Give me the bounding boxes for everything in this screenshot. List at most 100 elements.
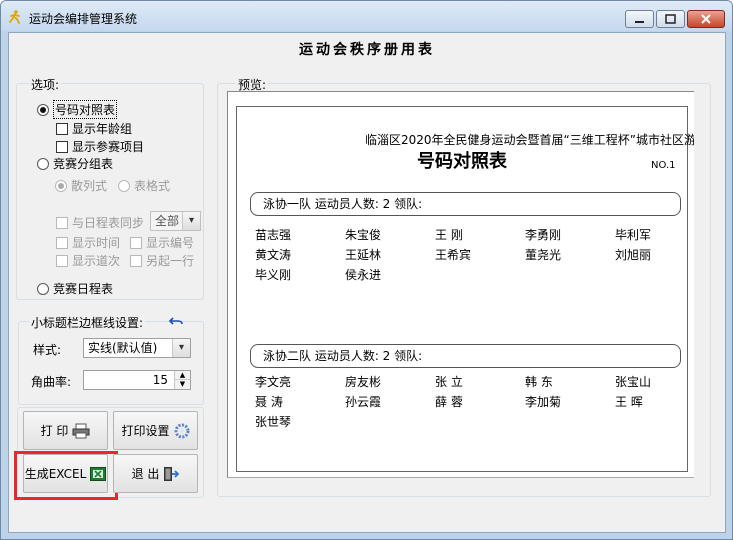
exit-door-icon — [164, 466, 180, 481]
highlight-frame — [14, 451, 118, 500]
member-name: 张 立 — [435, 375, 463, 389]
checkbox-show-lane[interactable]: 显示道次 — [56, 252, 120, 269]
member-name: 李加菊 — [525, 395, 562, 409]
radius-label: 角曲率: — [31, 375, 72, 389]
print-settings-button[interactable]: 打印设置 — [113, 411, 198, 450]
page-heading: 运动会秩序册用表 — [299, 42, 435, 58]
team-header: 泳协二队 运动员人数: 2 领队: — [250, 344, 681, 368]
checkbox-label: 显示道次 — [72, 254, 121, 268]
radio-indicator[interactable] — [37, 103, 49, 116]
member-name: 王延林 — [345, 248, 382, 262]
chevron-down-icon[interactable]: ▾ — [172, 339, 190, 357]
checkbox-box[interactable] — [56, 254, 68, 267]
checkbox-show-events[interactable]: 显示参赛项目 — [56, 138, 144, 155]
event-title: 临淄区2020年全民健身运动会暨首届“三维工程杯”城市社区游戏 — [365, 133, 694, 147]
member-name: 聂 涛 — [255, 395, 283, 409]
options-legend: 选项: — [29, 76, 62, 93]
undo-arrow-icon[interactable] — [169, 315, 183, 327]
checkbox-sync-schedule[interactable]: 与日程表同步 — [56, 214, 144, 231]
sync-select-value: 全部 — [155, 214, 180, 228]
checkbox-box[interactable] — [56, 216, 68, 229]
print-button[interactable]: 打 印 — [23, 411, 108, 450]
maximize-icon — [665, 14, 676, 24]
radio-label: 竞赛分组表 — [53, 157, 114, 171]
preview-paper[interactable]: 临淄区2020年全民健身运动会暨首届“三维工程杯”城市社区游戏 号码对照表 NO… — [227, 91, 694, 478]
checkbox-box[interactable] — [56, 140, 68, 153]
member-name: 侯永进 — [345, 268, 382, 282]
preview-group: 预览: 临淄区2020年全民健身运动会暨首届“三维工程杯”城市社区游戏 号码对照… — [217, 76, 711, 497]
close-icon — [701, 14, 711, 24]
checkbox-show-age-group[interactable]: 显示年龄组 — [56, 120, 132, 137]
radio-indicator[interactable] — [37, 157, 49, 170]
border-settings-group: 小标题栏边框线设置: 样式: 实线(默认值) ▾ 角曲率: 15 ▲ ▼ — [18, 314, 204, 405]
radio-indicator[interactable] — [118, 179, 130, 192]
checkbox-box[interactable] — [130, 254, 142, 267]
radio-group-table[interactable]: 竞赛分组表 — [37, 155, 113, 172]
member-name: 韩 东 — [525, 375, 553, 389]
member-name: 房友彬 — [345, 375, 382, 389]
member-name: 张宝山 — [615, 375, 652, 389]
report-frame: 临淄区2020年全民健身运动会暨首届“三维工程杯”城市社区游戏 号码对照表 NO… — [236, 106, 694, 472]
printer-icon — [72, 423, 90, 438]
radio-label: 竞赛日程表 — [53, 282, 114, 296]
checkbox-show-time[interactable]: 显示时间 — [56, 234, 120, 251]
checkbox-label: 显示参赛项目 — [72, 140, 145, 154]
member-name: 王 刚 — [435, 228, 463, 242]
gear-icon — [174, 423, 189, 438]
report-title: 号码对照表 — [417, 151, 507, 172]
member-name: 董尧光 — [525, 248, 562, 262]
radio-label: 表格式 — [134, 179, 171, 193]
member-name: 毕利军 — [615, 228, 652, 242]
border-style-select[interactable]: 实线(默认值) ▾ — [83, 338, 191, 358]
checkbox-show-number[interactable]: 显示编号 — [130, 234, 194, 251]
member-name: 张世琴 — [255, 415, 292, 429]
print-settings-label: 打印设置 — [121, 424, 170, 438]
radio-indicator[interactable] — [55, 179, 67, 192]
title-bar[interactable]: 运动会编排管理系统 — [1, 1, 732, 31]
checkbox-label: 显示时间 — [72, 236, 121, 250]
window-title: 运动会编排管理系统 — [29, 12, 138, 26]
radius-input[interactable]: 15 ▲ ▼ — [83, 370, 191, 390]
client-area: 运动会秩序册用表 选项: 号码对照表 显示年龄组 显示参赛项目 竞赛分组表 散列… — [8, 32, 726, 533]
checkbox-label: 另起一行 — [146, 254, 195, 268]
member-name: 朱宝俊 — [345, 228, 382, 242]
radio-label: 散列式 — [71, 179, 108, 193]
member-name: 薛 蓉 — [435, 395, 463, 409]
member-name: 刘旭丽 — [615, 248, 652, 262]
exit-button-label: 退 出 — [131, 467, 160, 481]
member-name: 李勇刚 — [525, 228, 562, 242]
radio-label: 号码对照表 — [53, 100, 118, 119]
border-style-value: 实线(默认值) — [88, 341, 158, 355]
radius-value: 15 — [152, 373, 168, 387]
spin-up-icon[interactable]: ▲ — [175, 371, 190, 380]
chevron-down-icon[interactable]: ▾ — [182, 212, 200, 230]
checkbox-label: 与日程表同步 — [72, 216, 145, 230]
radio-table-layout[interactable]: 表格式 — [118, 177, 170, 194]
radio-indicator[interactable] — [37, 282, 49, 295]
sync-select[interactable]: 全部 ▾ — [150, 211, 201, 231]
close-button[interactable] — [687, 10, 725, 28]
style-label: 样式: — [33, 343, 62, 357]
minimize-button[interactable] — [625, 10, 654, 28]
checkbox-box[interactable] — [130, 236, 142, 249]
app-window: 运动会编排管理系统 运动会秩序册用表 选项: 号码对照表 显示年龄组 显示参赛项… — [0, 0, 733, 540]
spin-down-icon[interactable]: ▼ — [175, 380, 190, 389]
runner-icon — [9, 10, 20, 24]
radio-schedule-table[interactable]: 竞赛日程表 — [37, 280, 113, 297]
member-name: 黄文涛 — [255, 248, 292, 262]
radio-scatter-layout[interactable]: 散列式 — [55, 177, 107, 194]
minimize-icon — [635, 21, 644, 23]
report-number: NO.1 — [651, 160, 676, 171]
exit-button[interactable]: 退 出 — [113, 454, 198, 493]
checkbox-label: 显示年龄组 — [72, 122, 133, 136]
radius-spinner[interactable]: ▲ ▼ — [174, 371, 190, 389]
checkbox-box[interactable] — [56, 122, 68, 135]
options-group: 选项: 号码对照表 显示年龄组 显示参赛项目 竞赛分组表 散列式 表格式 与日程… — [16, 76, 204, 300]
checkbox-box[interactable] — [56, 236, 68, 249]
member-name: 苗志强 — [255, 228, 292, 242]
checkbox-new-line[interactable]: 另起一行 — [130, 252, 194, 269]
border-settings-legend: 小标题栏边框线设置: — [29, 314, 146, 331]
maximize-button[interactable] — [656, 10, 685, 28]
checkbox-label: 显示编号 — [146, 236, 195, 250]
radio-number-table[interactable]: 号码对照表 — [37, 100, 118, 119]
